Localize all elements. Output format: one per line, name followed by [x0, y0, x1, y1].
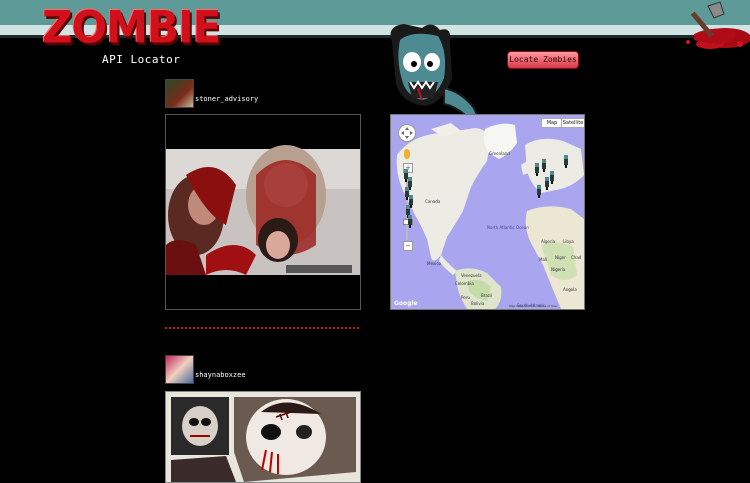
map-label-peru: Peru — [461, 295, 470, 300]
zombie-marker-icon[interactable] — [536, 185, 542, 198]
street-view-pegman-icon[interactable] — [404, 149, 410, 159]
map-type-map-button[interactable]: Map — [541, 118, 563, 128]
map-label-algeria: Algeria — [541, 239, 556, 244]
zombie-marker-icon[interactable] — [407, 215, 413, 228]
post-photo-frame[interactable] — [165, 391, 361, 483]
map-pan-control[interactable] — [398, 124, 416, 142]
map-label-libya: Libya — [563, 239, 574, 244]
post-photo-frame[interactable] — [165, 114, 361, 310]
zombie-makeup-photo-image — [166, 392, 360, 482]
logo-subtitle: API Locator — [102, 53, 181, 66]
map-label-brazil: Brazil — [481, 293, 493, 298]
map-label-venezuela: Venezuela — [461, 273, 482, 278]
map-label-colombia: Colombia — [455, 281, 474, 286]
map-label-canada: Canada — [425, 199, 441, 204]
map-label-angola: Angola — [563, 287, 577, 292]
post-username[interactable]: stoner_advisory — [195, 95, 258, 103]
google-logo[interactable]: Google — [394, 300, 418, 307]
map-label-nigeria: Nigeria — [551, 267, 566, 272]
post-avatar[interactable] — [165, 79, 194, 108]
map-label-niger: Niger — [555, 255, 566, 260]
locate-zombies-button[interactable]: Locate Zombies — [507, 51, 579, 69]
map-type-satellite-button[interactable]: Satellite — [561, 118, 584, 128]
logo-wordmark: ZOMBIE — [42, 1, 221, 54]
pan-arrows-icon — [401, 127, 413, 139]
zombie-marker-icon[interactable] — [544, 177, 550, 190]
post-divider — [165, 327, 359, 329]
zoom-out-button[interactable]: − — [403, 241, 413, 251]
map-label-greenland: Greenland — [489, 151, 510, 156]
map-label-mali: Mali — [539, 257, 548, 262]
zombie-photo-image — [166, 115, 360, 309]
world-map-image — [391, 115, 584, 309]
map-label-bolivia: Bolivia — [471, 301, 485, 306]
bloody-axe-icon — [686, 1, 750, 49]
map-attribution[interactable]: Map data ©2013 · Terms of Use — [509, 304, 557, 308]
post-avatar[interactable] — [165, 355, 194, 384]
post-username[interactable]: shaynaboxzee — [195, 371, 246, 379]
zombie-marker-icon[interactable] — [534, 163, 540, 176]
map-label-mexico: Mexico — [427, 261, 441, 266]
map-label-chad: Chad — [571, 255, 582, 260]
zombie-map[interactable]: + − Map Satellite Greenland Canada Mexic… — [390, 114, 585, 310]
zombie-marker-icon[interactable] — [541, 159, 547, 172]
site-logo[interactable]: ZOMBIE API Locator — [42, 4, 221, 66]
map-label-north-atlantic: North Atlantic Ocean — [487, 225, 529, 230]
zombie-marker-icon[interactable] — [563, 155, 569, 168]
